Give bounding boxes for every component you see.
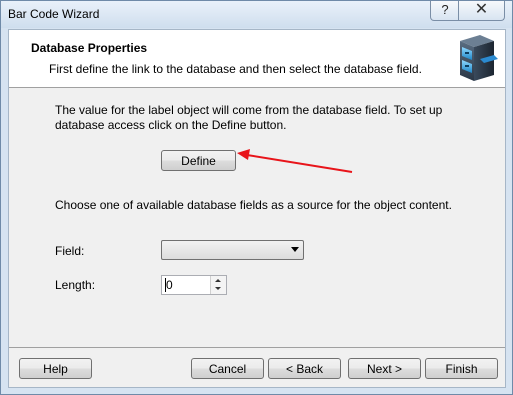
field-dropdown[interactable] xyxy=(161,240,304,260)
stepper-arrows xyxy=(210,276,226,294)
stepper-down-icon[interactable] xyxy=(215,287,221,290)
title-bar: Bar Code Wizard ? ✕ xyxy=(1,1,512,28)
next-button[interactable]: Next > xyxy=(348,358,421,379)
define-button[interactable]: Define xyxy=(161,150,236,171)
finish-button[interactable]: Finish xyxy=(425,358,498,379)
window-title: Bar Code Wizard xyxy=(8,7,100,21)
help-button[interactable]: Help xyxy=(19,358,92,379)
stepper-up-icon[interactable] xyxy=(215,279,221,282)
length-label: Length: xyxy=(55,278,96,292)
file-cabinet-icon xyxy=(460,35,498,81)
page-subtitle: First define the link to the database an… xyxy=(49,62,422,76)
length-value: 0 xyxy=(166,278,173,292)
wizard-window: Bar Code Wizard ? ✕ Database Properties … xyxy=(0,0,513,395)
page-title: Database Properties xyxy=(31,41,148,55)
wizard-client-area: Database Properties First define the lin… xyxy=(8,29,506,388)
help-title-button[interactable]: ? xyxy=(430,1,460,21)
field-label: Field: xyxy=(55,244,85,258)
footer-divider xyxy=(9,347,505,348)
close-button[interactable]: ✕ xyxy=(458,1,505,21)
close-icon: ✕ xyxy=(474,1,489,18)
back-button[interactable]: < Back xyxy=(268,358,341,379)
text-cursor xyxy=(165,278,166,292)
choose-field-text: Choose one of available database fields … xyxy=(55,198,452,212)
red-arrow-annotation xyxy=(237,149,353,173)
cancel-button[interactable]: Cancel xyxy=(191,358,264,379)
wizard-header: Database Properties First define the lin… xyxy=(9,30,505,88)
description-text: The value for the label object will come… xyxy=(55,103,443,132)
chevron-down-icon xyxy=(291,247,299,252)
question-mark-icon: ? xyxy=(441,2,449,17)
length-stepper[interactable]: 0 xyxy=(161,275,227,295)
